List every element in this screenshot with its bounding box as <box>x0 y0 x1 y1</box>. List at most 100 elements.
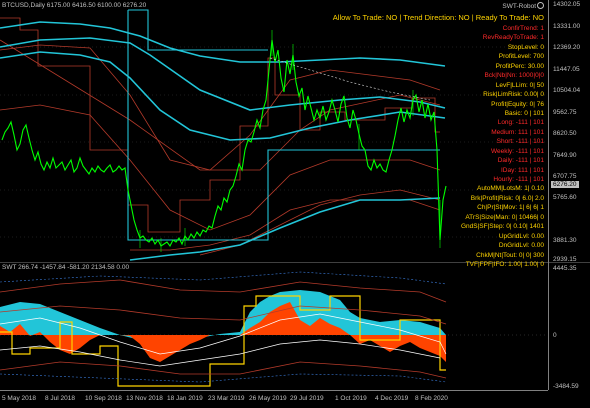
info-row-label: Daily: <box>497 157 514 165</box>
price-candles <box>1 39 447 248</box>
info-row: Short: -111 | 101 <box>404 137 544 146</box>
info-row-label: ChkM|Nt|Tout: <box>476 251 518 259</box>
info-row-value: 111 | 101 <box>517 128 544 136</box>
info-row-label: DnGridLvl: <box>498 242 530 250</box>
info-row: Hourly: -111 | 101 <box>404 175 544 184</box>
chart-title: BTCUSD,Daily 6175.00 6416.50 6100.00 627… <box>2 2 147 9</box>
info-row-label: RevReadyToTrade: <box>482 34 539 42</box>
date-tick: 29 Jul 2019 <box>290 395 324 402</box>
info-row-value: 30.00 <box>527 62 544 70</box>
info-row-value: -111 | 101 <box>515 119 544 127</box>
info-row-label: Hourly: <box>493 176 514 183</box>
info-row: IDay: 111 | 101 <box>404 166 544 175</box>
indicator-tick: -3484.59 <box>553 383 579 390</box>
info-row: Risk|LimRisk: 0.00| 0 <box>404 90 544 99</box>
price-tick: 12369.20 <box>553 44 581 51</box>
date-tick: 1 Oct 2019 <box>335 395 367 402</box>
expert-advisor-name[interactable]: SWT-Robot <box>502 2 544 10</box>
price-tick: 9562.75 <box>553 109 577 116</box>
date-tick: 10 Sep 2018 <box>85 395 122 402</box>
ea-name-label: SWT-Robot <box>502 3 536 10</box>
info-row: Ch|Pr|St|Mov: 1| 6| 6| 1 <box>404 203 544 212</box>
date-tick: 4 Dec 2019 <box>375 395 409 402</box>
info-row-label: ConfirTrend: <box>502 25 539 32</box>
info-row-value: 1 <box>540 34 544 42</box>
info-row-value: 0| 6.0| 2.0 <box>515 194 544 202</box>
info-row-label: Ch|Pr|St|Mov: <box>477 204 518 212</box>
info-row-label: Risk|LimRisk: <box>483 91 523 99</box>
info-row-value: 700 <box>533 53 544 61</box>
info-row: Bck|Nb|Nn: 1000|0|0 <box>404 71 544 80</box>
info-row-label: IDay: <box>500 166 517 174</box>
info-row-value: 1| 0.10 <box>524 185 544 193</box>
info-row: Daily: -111 | 101 <box>404 156 544 165</box>
info-row: Profit|Equity: 0| 76 <box>404 100 544 109</box>
info-row: ChkM|Nt|Tout: 0| 0| 300 <box>404 251 544 260</box>
swt-indicator-chart[interactable] <box>0 262 590 390</box>
indicator-tick: 0 <box>553 332 557 339</box>
info-row-value: -111 | 101 <box>515 157 544 165</box>
smiley-icon <box>537 2 544 9</box>
price-axis[interactable]: 14302.05 13331.00 12369.20 11447.05 1050… <box>548 0 590 390</box>
info-row-value: 1| 6| 6| 1 <box>519 204 544 212</box>
info-row: Basic: 0 | 101 <box>404 109 544 118</box>
info-row-label: GndS|SF|Step: <box>460 223 505 231</box>
info-row-value: 0| 0.10| 1401 <box>506 223 544 231</box>
info-row: TVF|FPF|IFO: 1.00| 1.00| 0 <box>404 260 544 269</box>
price-tick: 7649.90 <box>553 152 577 159</box>
info-row: RevReadyToTrade: 1 <box>404 33 544 42</box>
price-tick: 6707.75 <box>553 173 577 180</box>
info-row-label: Medium: <box>491 128 517 136</box>
info-row-value: 1000|0|0 <box>518 72 544 80</box>
info-row-label: Basic: <box>504 109 523 117</box>
info-row-label: UpGridLvl: <box>498 232 530 240</box>
info-row-label: Bck|Nb|Nn: <box>484 72 518 80</box>
info-row-label: Brk|Profit|Risk: <box>470 194 514 202</box>
info-row-value: 0.00| 0 <box>524 91 544 99</box>
info-row-label: Weekly: <box>490 147 514 155</box>
cyan-lines <box>0 21 446 261</box>
info-row-label: Short: <box>496 138 514 146</box>
info-row-value: 0| 10466| 0 <box>511 213 544 221</box>
price-tick: 13331.00 <box>553 23 581 30</box>
info-row: Long: -111 | 101 <box>404 118 544 127</box>
info-row-value: -111 | 101 <box>515 138 544 146</box>
info-row-value: 0| 76 <box>529 100 544 108</box>
info-row: ProfitPerc: 30.00 <box>404 62 544 71</box>
info-row-label: StopLevel: <box>507 43 539 51</box>
info-row-label: LevF|LLim: <box>495 81 528 89</box>
price-tick: 8620.50 <box>553 130 577 137</box>
date-axis[interactable]: 5 May 2018 8 Jul 2018 10 Sep 2018 13 Nov… <box>0 390 548 408</box>
candle-wicks <box>139 30 441 252</box>
info-row-value: 0| 50 <box>529 81 544 89</box>
date-tick: 5 May 2018 <box>2 395 36 402</box>
info-row: GndS|SF|Step: 0| 0.10| 1401 <box>404 222 544 231</box>
info-row-value: 1 <box>540 25 544 32</box>
date-tick: 26 May 2019 <box>249 395 287 402</box>
indicator-title: SWT 266.74 -1457.84 -581.20 2134.58 0.00 <box>2 264 130 271</box>
price-tick: 5765.60 <box>553 194 577 201</box>
info-row: Brk|Profit|Risk: 0| 6.0| 2.0 <box>404 194 544 203</box>
info-row: Weekly: -111 | 101 <box>404 147 544 156</box>
info-row-label: Long: <box>497 119 514 127</box>
date-tick: 18 Jan 2019 <box>167 395 203 402</box>
info-row: StopLevel: 0 <box>404 43 544 52</box>
info-row: UpGridLvl: 0.00 <box>404 232 544 241</box>
info-row-value: 0.00 <box>531 232 544 240</box>
price-tick: 14302.05 <box>553 1 581 8</box>
info-row-value: -111 | 101 <box>515 176 544 183</box>
date-tick: 13 Nov 2018 <box>126 395 163 402</box>
info-row-value: 0 | 101 <box>524 109 544 117</box>
info-row-label: ProfitPerc: <box>495 62 526 70</box>
info-row-label: ATrS|Size|Man: <box>465 213 510 221</box>
info-row: Medium: 111 | 101 <box>404 128 544 137</box>
info-row-value: 0| 0| 300 <box>518 251 544 259</box>
info-row-value: -111 | 101 <box>515 147 544 155</box>
info-row-label: AutoMM|LotsM: <box>477 185 523 193</box>
cyan-box-lines <box>127 9 440 241</box>
trade-status-line: Allow To Trade: NO | Trend Direction: NO… <box>332 13 544 22</box>
info-row: ConfirTrend: 1 <box>404 24 544 33</box>
info-row: AutoMM|LotsM: 1| 0.10 <box>404 184 544 193</box>
price-tick: 11447.05 <box>553 66 580 73</box>
price-tick: 10504.04 <box>553 87 581 94</box>
